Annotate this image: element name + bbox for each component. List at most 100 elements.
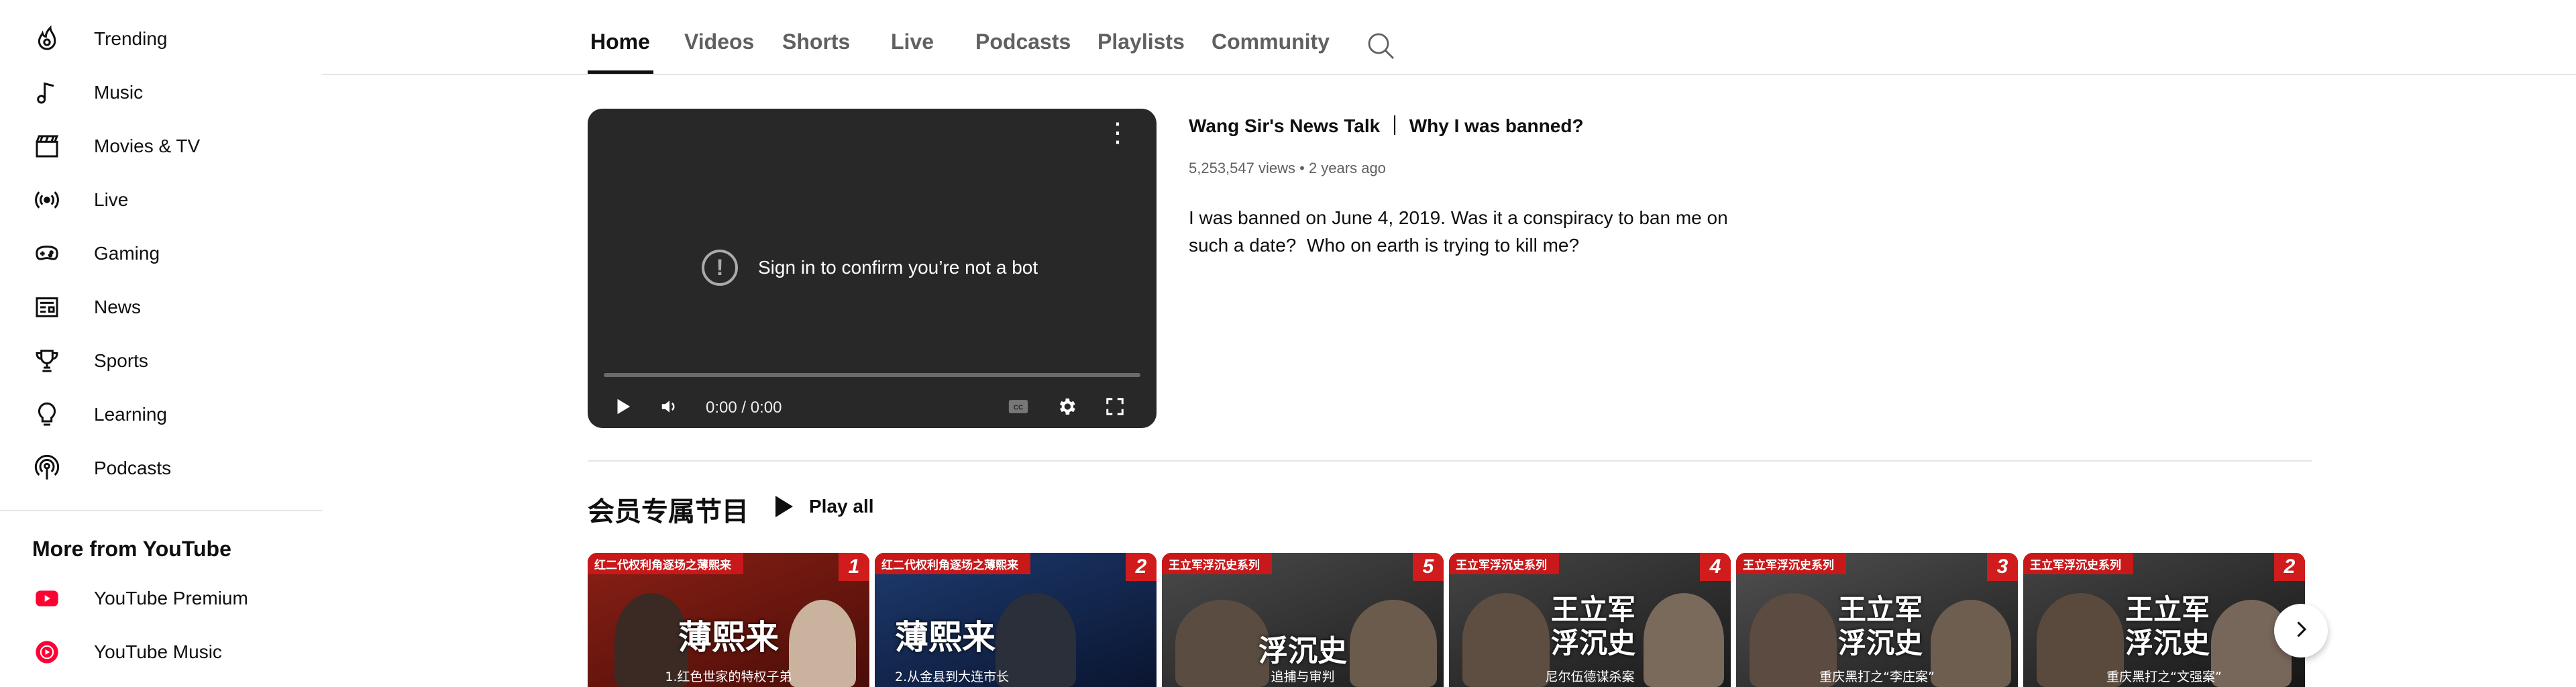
alert-icon: !	[702, 250, 738, 286]
sidebar: Trending Music Movies & TV Live Gaming N…	[0, 0, 322, 687]
play-icon[interactable]	[608, 392, 637, 421]
thumbnail-subtitle: 重庆黑打之“文强案”	[2106, 670, 2222, 684]
series-label: 王立军浮沉史系列	[1736, 553, 1846, 574]
shelf-title[interactable]: 会员专属节目	[588, 490, 749, 529]
tab-playlists[interactable]: Playlists	[1097, 30, 1185, 54]
play-all-label: Play all	[809, 496, 874, 517]
thumbnail-subtitle: 尼尔伍德谋杀案	[1545, 670, 1635, 684]
bot-check-message: ! Sign in to confirm you’re not a bot	[702, 250, 1038, 286]
thumbnail-headline: 王立军 浮沉史	[1837, 593, 1923, 659]
thumbnail-headline: 薄熙来	[678, 617, 779, 657]
episode-number: 4	[1700, 553, 1731, 581]
thumbnail-headline: 薄熙来	[895, 617, 996, 657]
clapperboard-icon	[31, 130, 63, 162]
channel-search-button[interactable]	[1364, 30, 1397, 62]
player-controls: 0:00 / 0:00 CC	[588, 384, 1157, 428]
episode-number: 2	[2274, 553, 2305, 581]
thumbnail-subtitle: 1.红色世家的特权子弟	[665, 670, 792, 684]
sidebar-item-gaming[interactable]: Gaming	[16, 227, 311, 280]
thumbnail-headline: 王立军 浮沉史	[1550, 593, 1635, 659]
sidebar-item-music[interactable]: Music	[16, 66, 311, 119]
tab-home[interactable]: Home	[590, 30, 650, 54]
series-label: 王立军浮沉史系列	[1449, 553, 1559, 574]
play-icon	[775, 496, 793, 517]
sidebar-item-learning[interactable]: Learning	[16, 388, 311, 441]
sidebar-item-label: Trending	[94, 28, 168, 49]
sidebar-item-label: Gaming	[94, 243, 160, 264]
youtube-music-icon	[31, 636, 63, 668]
sidebar-item-youtube-music[interactable]: YouTube Music	[16, 625, 311, 679]
video-thumbnail[interactable]: 王立军浮沉史系列 2 王立军 浮沉史 重庆黑打之“文强案”	[2023, 553, 2305, 687]
more-from-youtube-heading: More from YouTube	[32, 537, 231, 561]
sidebar-divider	[0, 510, 322, 511]
chevron-right-icon	[2289, 617, 2313, 645]
video-thumbnail[interactable]: 王立军浮沉史系列 4 王立军 浮沉史 尼尔伍德谋杀案	[1449, 553, 1731, 687]
sidebar-item-trending[interactable]: Trending	[16, 12, 311, 66]
section-divider	[588, 460, 2312, 462]
newspaper-icon	[31, 291, 63, 323]
series-label: 王立军浮沉史系列	[1162, 553, 1272, 574]
sidebar-item-label: Live	[94, 189, 129, 210]
thumbnail-subtitle: 重庆黑打之“李庄案”	[1819, 670, 1935, 684]
sidebar-item-youtube-premium[interactable]: YouTube Premium	[16, 572, 311, 625]
series-label: 王立军浮沉史系列	[2023, 553, 2133, 574]
shelf-next-button[interactable]	[2274, 604, 2328, 657]
meta-separator: •	[1299, 160, 1309, 176]
podcast-icon	[31, 452, 63, 484]
sidebar-item-label: YouTube Premium	[94, 588, 248, 609]
thumbnail-headline: 浮沉史	[1258, 634, 1347, 668]
fullscreen-icon[interactable]	[1100, 392, 1130, 421]
sidebar-item-label: Sports	[94, 350, 148, 371]
video-thumbnail[interactable]: 红二代权利角逐场之薄熙来 2 薄熙来 2.从金县到大连市长	[875, 553, 1157, 687]
sidebar-item-news[interactable]: News	[16, 280, 311, 334]
sidebar-item-label: News	[94, 297, 142, 317]
sidebar-item-podcasts[interactable]: Podcasts	[16, 441, 311, 495]
trophy-icon	[31, 345, 63, 377]
youtube-premium-icon	[31, 582, 63, 615]
gamepad-icon	[31, 237, 63, 270]
sidebar-item-live[interactable]: Live	[16, 173, 311, 227]
lightbulb-icon	[31, 399, 63, 431]
sidebar-item-sports[interactable]: Sports	[16, 334, 311, 388]
progress-bar[interactable]	[604, 373, 1140, 377]
volume-icon[interactable]	[655, 392, 684, 421]
svg-text:CC: CC	[1014, 404, 1023, 411]
channel-tabs: Home Videos Shorts Live Podcasts Playlis…	[588, 0, 2533, 75]
sidebar-item-label: YouTube Music	[94, 641, 222, 662]
thumbnail-subtitle: 2.从金县到大连市长	[895, 670, 1010, 684]
episode-number: 1	[839, 553, 869, 581]
tab-live[interactable]: Live	[891, 30, 934, 54]
video-metadata: 5,253,547 views • 2 years ago	[1189, 160, 1386, 177]
music-note-icon	[31, 76, 63, 109]
more-options-icon[interactable]: ⋮	[1104, 119, 1131, 146]
view-count: 5,253,547 views	[1189, 160, 1295, 176]
thumbnail-headline: 王立军 浮沉史	[2125, 593, 2210, 659]
settings-gear-icon[interactable]	[1052, 392, 1081, 421]
sidebar-item-movies-tv[interactable]: Movies & TV	[16, 119, 311, 173]
search-icon	[1364, 33, 1397, 64]
episode-number: 5	[1413, 553, 1444, 581]
sidebar-item-label: Music	[94, 82, 144, 103]
video-thumbnail[interactable]: 王立军浮沉史系列 3 王立军 浮沉史 重庆黑打之“李庄案”	[1736, 553, 2018, 687]
video-player[interactable]: ⋮ ! Sign in to confirm you’re not a bot …	[588, 109, 1157, 428]
tab-community[interactable]: Community	[1212, 30, 1330, 54]
sidebar-item-label: Learning	[94, 404, 167, 425]
captions-icon[interactable]: CC	[1004, 392, 1033, 421]
time-display: 0:00 / 0:00	[706, 399, 782, 417]
trending-icon	[31, 23, 63, 55]
video-thumbnail[interactable]: 王立军浮沉史系列 5 浮沉史 追捕与审判	[1162, 553, 1444, 687]
live-broadcast-icon	[31, 184, 63, 216]
sidebar-item-label: Movies & TV	[94, 136, 201, 156]
tab-shorts[interactable]: Shorts	[782, 30, 850, 54]
video-thumbnail[interactable]: 红二代权利角逐场之薄熙来 1 薄熙来 1.红色世家的特权子弟	[588, 553, 869, 687]
episode-number: 2	[1126, 553, 1157, 581]
play-all-button[interactable]: Play all	[775, 490, 874, 523]
series-label: 红二代权利角逐场之薄熙来	[588, 553, 743, 574]
bot-check-text: Sign in to confirm you’re not a bot	[758, 257, 1038, 278]
episode-number: 3	[1987, 553, 2018, 581]
header-divider	[322, 74, 2576, 75]
tab-podcasts[interactable]: Podcasts	[975, 30, 1071, 54]
series-label: 红二代权利角逐场之薄熙来	[875, 553, 1030, 574]
tab-videos[interactable]: Videos	[684, 30, 754, 54]
video-title[interactable]: Wang Sir's News Talk ｜ Why I was banned?	[1189, 111, 1584, 138]
